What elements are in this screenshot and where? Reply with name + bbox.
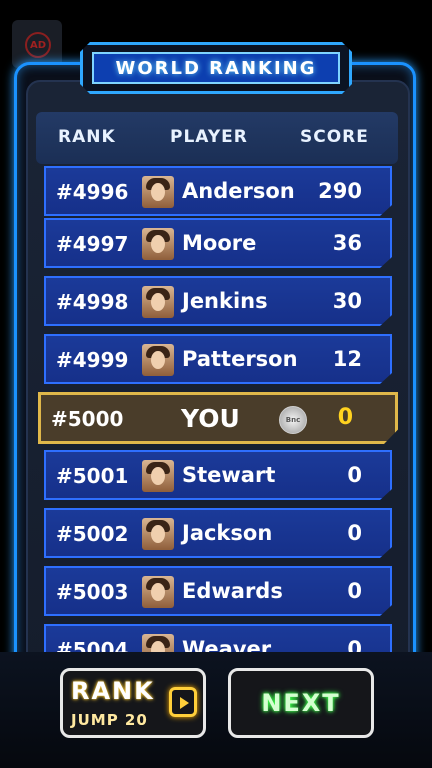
row-rank: #4998: [56, 290, 129, 314]
player-avatar: [142, 286, 174, 318]
player-name: Patterson: [182, 347, 298, 371]
player-name: Edwards: [182, 579, 283, 603]
player-avatar: [142, 518, 174, 550]
player-score: 30: [332, 289, 362, 313]
rank-jump-sublabel: JUMP 20: [71, 711, 148, 729]
rank-jump-button[interactable]: RANK JUMP 20: [60, 668, 206, 738]
player-score: 290: [318, 179, 362, 203]
next-button[interactable]: NEXT: [228, 668, 374, 738]
player-avatar: [142, 344, 174, 376]
player-avatar: [142, 176, 174, 208]
row-rank: #4996: [56, 180, 129, 204]
ranking-list-container[interactable]: #4996 Anderson 290 #4997 Moore 36 #4998 …: [26, 80, 410, 676]
row-rank: #5003: [56, 580, 129, 604]
player-score: 12: [332, 347, 362, 371]
player-score: 0: [347, 463, 362, 487]
player-avatar: [142, 460, 174, 492]
row-rank: #4999: [56, 348, 129, 372]
player-avatar: [142, 576, 174, 608]
header-player: PLAYER: [170, 127, 248, 147]
player-name: Anderson: [182, 179, 295, 203]
row-rank: #4997: [56, 232, 129, 256]
remove-ads-button[interactable]: AD: [12, 20, 62, 68]
coin-icon: Bnc: [279, 406, 307, 434]
player-avatar: [142, 228, 174, 260]
row-rank: #5000: [51, 407, 124, 431]
ad-icon: AD: [25, 32, 51, 58]
table-row: #4999 Patterson 12: [44, 334, 392, 384]
current-player-row: #5000 YOU Bnc 0: [38, 392, 398, 444]
player-name: Moore: [182, 231, 257, 255]
rank-jump-label: RANK: [71, 677, 155, 705]
player-name: Stewart: [182, 463, 276, 487]
table-row: #4996 Anderson 290: [44, 166, 392, 216]
table-row: #5002 Jackson 0: [44, 508, 392, 558]
header-rank: RANK: [58, 127, 116, 147]
row-rank: #5002: [56, 522, 129, 546]
player-score: 0: [347, 579, 362, 603]
player-name: Jenkins: [182, 289, 268, 313]
table-row: #5003 Edwards 0: [44, 566, 392, 616]
table-row: #4998 Jenkins 30: [44, 276, 392, 326]
player-name: YOU: [181, 404, 240, 433]
header-score: SCORE: [300, 127, 369, 147]
row-rank: #5001: [56, 464, 129, 488]
player-name: Jackson: [182, 521, 273, 545]
table-row: #4997 Moore 36: [44, 218, 392, 268]
ranking-header: RANK PLAYER SCORE: [36, 112, 398, 164]
page-title: WORLD RANKING: [92, 52, 340, 84]
player-score: 0: [347, 521, 362, 545]
player-score: 36: [332, 231, 362, 255]
video-ad-icon: [169, 687, 197, 717]
player-score: 0: [337, 405, 353, 430]
table-row: #5001 Stewart 0: [44, 450, 392, 500]
